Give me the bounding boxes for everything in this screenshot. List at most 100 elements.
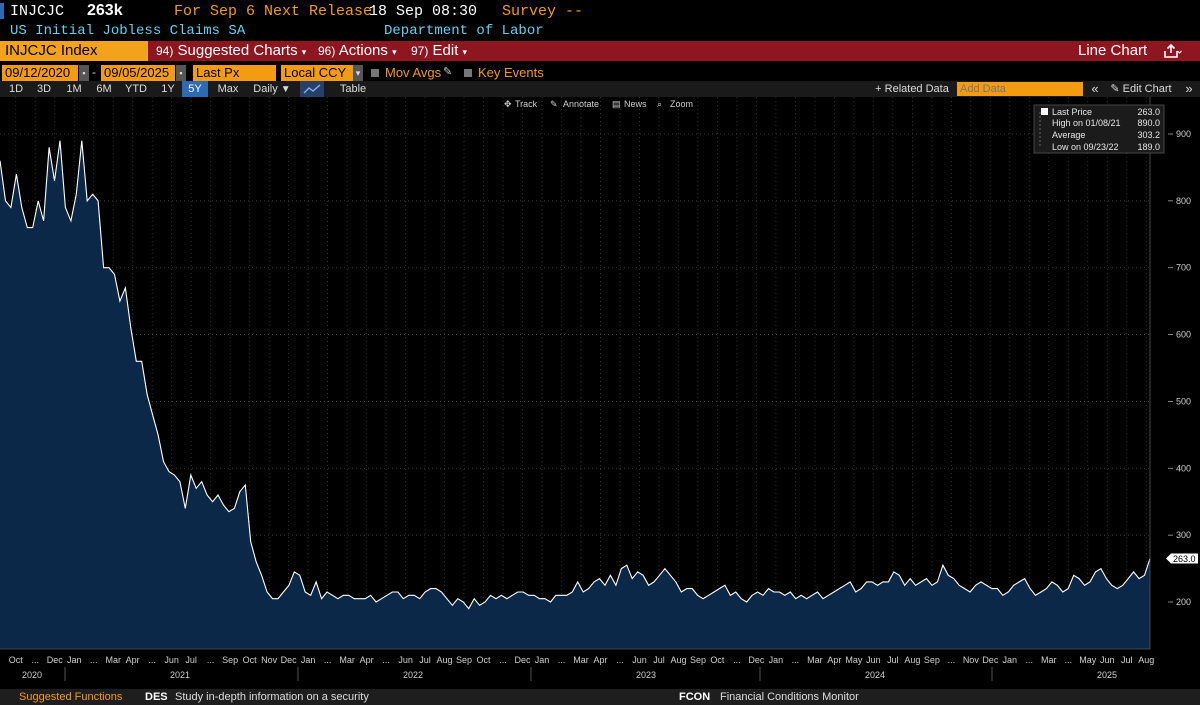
expand-chevron-icon[interactable]: »: [1182, 81, 1196, 97]
data-point: [272, 598, 273, 599]
data-point: [87, 200, 88, 201]
x-tick-label: Jun: [632, 655, 647, 665]
data-point: [267, 591, 268, 592]
suggested-charts-menu[interactable]: 94) Suggested Charts ▾: [156, 41, 306, 61]
survey-label: Survey --: [502, 3, 584, 20]
tab-3d[interactable]: 3D: [32, 81, 56, 97]
legend-high-label: High on 01/08/21: [1052, 118, 1121, 128]
data-point: [185, 508, 186, 509]
data-point: [1095, 571, 1096, 572]
x-tick-label: ...: [382, 655, 390, 665]
index-selector[interactable]: INJCJC Index: [0, 41, 148, 61]
currency-selector[interactable]: Local CCY: [281, 65, 353, 81]
data-point: [239, 491, 240, 492]
line-chart-svg[interactable]: 200300400500600700800900 Oct... Dec Jan...…: [0, 97, 1200, 689]
pencil-icon[interactable]: ✎: [443, 65, 452, 78]
end-date-field[interactable]: 09/05/2025: [101, 65, 175, 81]
data-point: [179, 481, 180, 482]
tab-6m[interactable]: 6M: [91, 81, 117, 97]
legend-swatch: [1041, 108, 1048, 115]
actions-label: Actions: [338, 42, 388, 59]
edit-chart-button[interactable]: ✎ Edit Chart: [1106, 81, 1176, 97]
x-tick-label: Aug: [904, 655, 920, 665]
related-data-button[interactable]: + Related Data: [872, 81, 952, 97]
data-point: [1013, 585, 1014, 586]
track-icon[interactable]: ✥: [504, 99, 512, 109]
tab-max[interactable]: Max: [213, 81, 243, 97]
start-date-field[interactable]: 09/12/2020: [2, 65, 78, 81]
data-point: [877, 585, 878, 586]
data-point: [277, 598, 278, 599]
data-point: [812, 595, 813, 596]
ticker-symbol[interactable]: INJCJC: [10, 3, 64, 20]
data-point: [997, 588, 998, 589]
tab-1d[interactable]: 1D: [4, 81, 28, 97]
data-point: [1040, 591, 1041, 592]
news-tool[interactable]: News: [624, 99, 647, 109]
actions-menu[interactable]: 96) Actions ▾: [318, 41, 397, 61]
tab-1m[interactable]: 1M: [61, 81, 87, 97]
data-point: [643, 575, 644, 576]
track-tool[interactable]: Track: [515, 99, 538, 109]
suggested-functions-label[interactable]: Suggested Functions: [19, 691, 122, 703]
data-point: [321, 598, 322, 599]
edit-number: 97): [411, 44, 429, 58]
add-data-input[interactable]: [957, 82, 1083, 96]
suggested-charts-number: 94): [156, 44, 174, 58]
next-release-label: Next Release: [264, 3, 373, 20]
fcon-function-description[interactable]: Financial Conditions Monitor: [720, 691, 859, 703]
chart-type-label[interactable]: Line Chart: [1078, 41, 1147, 61]
des-function-description[interactable]: Study in-depth information on a security: [175, 691, 369, 703]
zoom-icon[interactable]: ⌕: [657, 99, 662, 109]
field-selector[interactable]: Last Px: [193, 65, 276, 81]
data-point: [283, 591, 284, 592]
chart-controls: 09/12/2020 ▪ - 09/05/2025 ▪ Last Px Loca…: [0, 63, 1200, 81]
mov-avgs-checkbox[interactable]: [371, 69, 379, 77]
data-point: [746, 601, 747, 602]
data-point: [376, 601, 377, 602]
annotate-icon[interactable]: ✎: [550, 99, 558, 109]
calendar-icon[interactable]: ▪: [176, 65, 186, 81]
data-point: [196, 488, 197, 489]
data-point: [610, 575, 611, 576]
y-tick-label: 300: [1176, 530, 1191, 540]
export-icon[interactable]: [1162, 41, 1182, 61]
x-tick-label: Dec: [748, 655, 765, 665]
des-function-code[interactable]: DES: [145, 691, 168, 703]
tab-1y[interactable]: 1Y: [156, 81, 180, 97]
legend-average-label: Average: [1052, 130, 1085, 140]
news-icon[interactable]: ▤: [612, 99, 621, 109]
chart-area[interactable]: 200 300 400 500 600 700 800 900 Oct... Dec Jan...…: [0, 97, 1200, 689]
line-chart-icon[interactable]: [300, 81, 324, 97]
data-point: [648, 585, 649, 586]
data-point: [708, 595, 709, 596]
calendar-icon[interactable]: ▪: [79, 65, 89, 81]
data-point: [594, 581, 595, 582]
data-point: [1062, 591, 1063, 592]
zoom-tool[interactable]: Zoom: [670, 99, 693, 109]
chevron-down-icon[interactable]: ▾: [353, 65, 363, 81]
fcon-function-code[interactable]: FCON: [679, 691, 710, 703]
x-tick-label: Jun: [1100, 655, 1115, 665]
edit-menu[interactable]: 97) Edit ▾: [411, 41, 467, 61]
data-point: [801, 595, 802, 596]
mov-avgs-label[interactable]: Mov Avgs: [385, 65, 441, 80]
legend-low-value: 189.0: [1137, 142, 1160, 152]
tab-ytd[interactable]: YTD: [121, 81, 151, 97]
annotate-tool[interactable]: Annotate: [563, 99, 599, 109]
key-events-checkbox[interactable]: [464, 69, 472, 77]
table-view-button[interactable]: Table: [332, 81, 374, 97]
data-point: [337, 598, 338, 599]
collapse-chevron-icon[interactable]: «: [1086, 81, 1104, 97]
period-selector[interactable]: Daily ▼: [249, 81, 295, 97]
data-point: [926, 578, 927, 579]
x-tick-label: Nov: [261, 655, 278, 665]
series-area-fill: [0, 140, 1150, 649]
key-events-label[interactable]: Key Events: [478, 65, 544, 80]
tab-5y[interactable]: 5Y: [182, 81, 208, 97]
data-point: [779, 591, 780, 592]
x-tick-label: Apr: [827, 655, 841, 665]
x-tick-label: Mar: [807, 655, 823, 665]
data-point: [495, 598, 496, 599]
data-point: [1030, 588, 1031, 589]
